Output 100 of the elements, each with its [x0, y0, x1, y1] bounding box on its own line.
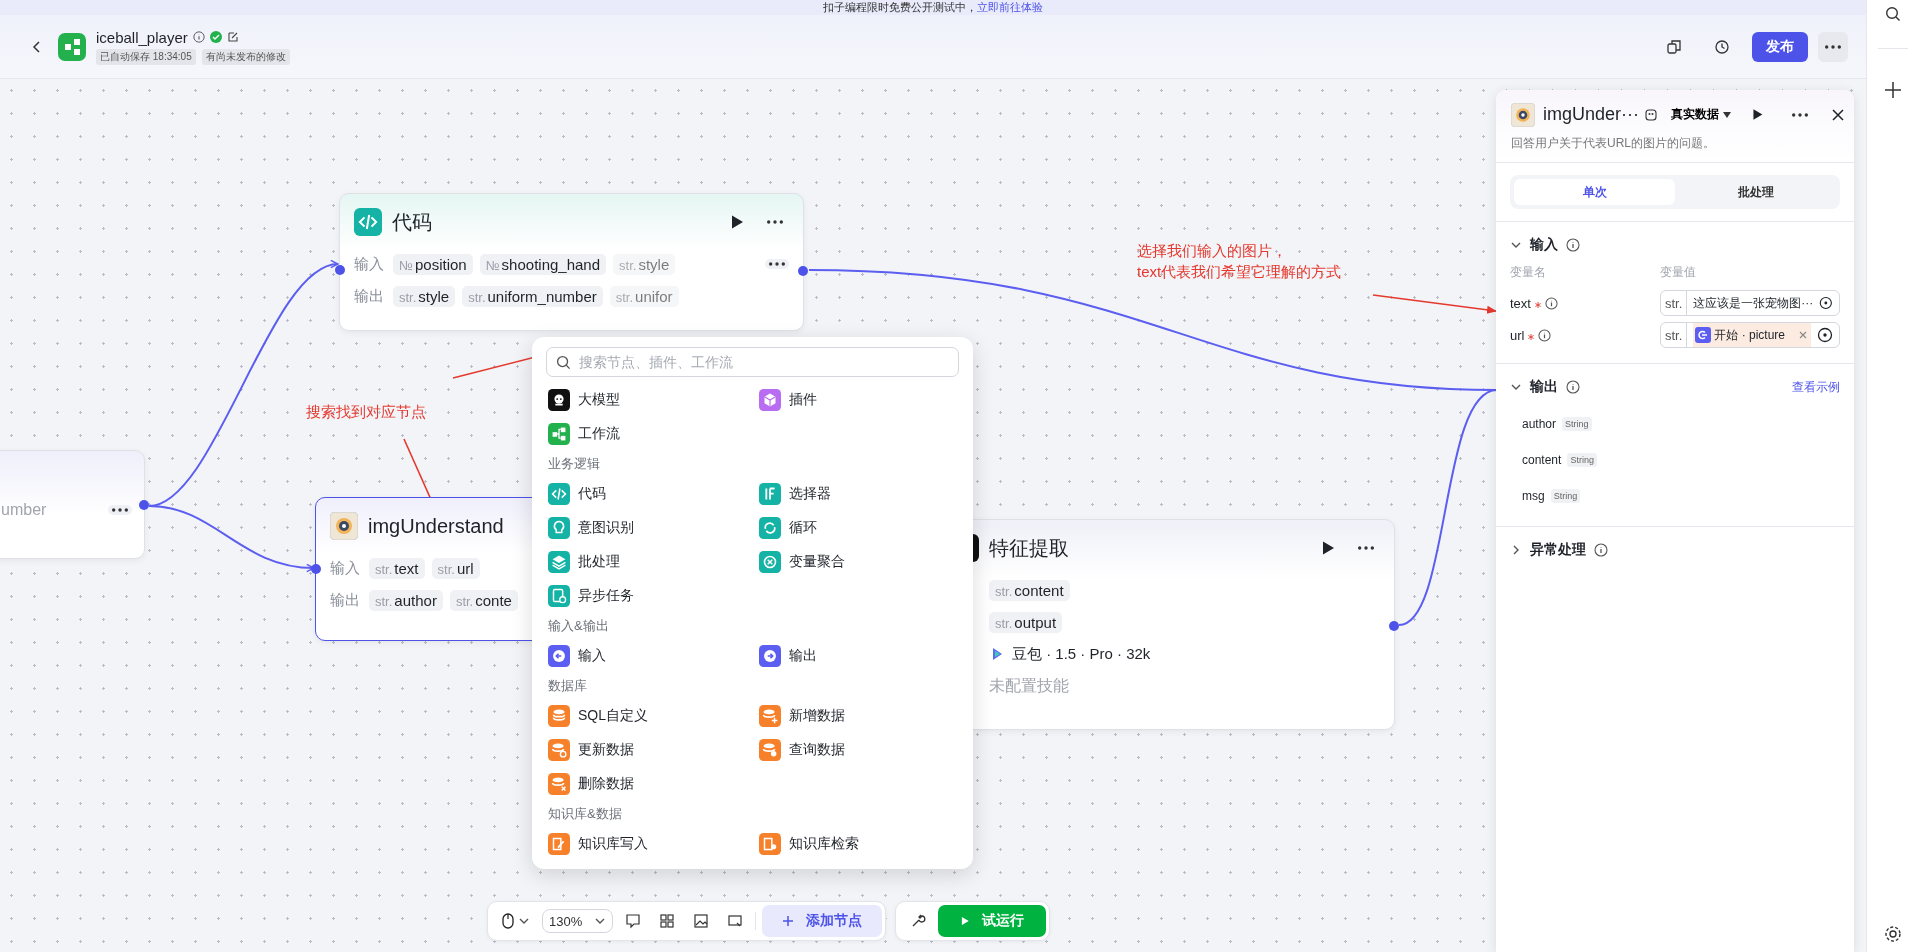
publish-button[interactable]: 发布	[1752, 31, 1808, 62]
panel-title: imgUnder···	[1543, 104, 1639, 125]
variable-tag: str.conte	[449, 589, 518, 611]
caret-icon	[1723, 110, 1731, 119]
variable-tag: str.text	[369, 557, 425, 579]
info-icon	[1594, 543, 1608, 557]
annotation-text: 选择我们输入的图片，	[1137, 242, 1287, 261]
remove-icon[interactable]	[1799, 331, 1807, 339]
more-icon	[769, 262, 785, 266]
port-dot	[311, 564, 321, 574]
menu-item[interactable]: 大模型	[546, 383, 749, 417]
more-icon	[1825, 44, 1841, 49]
more-icon	[112, 508, 128, 512]
parameter-field[interactable]: str. 这应该是一张宠物图···	[1660, 290, 1840, 316]
menu-item[interactable]: 知识库检索	[756, 827, 959, 861]
comment-icon	[625, 913, 642, 929]
section-title: 输出	[1530, 378, 1558, 396]
port-dot	[798, 266, 808, 276]
output-type: String	[1567, 453, 1597, 467]
variable-tag: №position	[393, 253, 473, 275]
annotation-text: text代表我们希望它理解的方式	[1137, 263, 1342, 282]
view-example-link[interactable]: 查看示例	[1792, 378, 1840, 396]
mouse-icon	[502, 913, 514, 929]
required-icon	[1534, 301, 1541, 308]
menu-item[interactable]: 更新数据	[546, 733, 749, 767]
more-icon	[767, 220, 783, 224]
section-heading: 数据库	[547, 677, 588, 695]
section-title: 异常处理	[1530, 541, 1586, 559]
model-name: 豆包 · 1.5 · Pro · 32k	[1012, 644, 1151, 664]
screen-icon	[727, 913, 744, 929]
variable-tag: str.uniform_number	[462, 285, 603, 307]
more-button[interactable]	[765, 259, 789, 269]
parameter-value: 这应该是一张宠物图···	[1693, 294, 1814, 312]
mode-tab[interactable]: 单次	[1514, 179, 1675, 205]
data-mode-dropdown[interactable]: 真实数据	[1667, 102, 1735, 127]
column-header: 变量值	[1660, 264, 1696, 281]
node-title: 代码	[392, 209, 432, 235]
play-icon	[1320, 540, 1336, 556]
output-type: String	[1562, 417, 1592, 431]
zoom-select[interactable]: 130%	[542, 909, 614, 933]
info-icon	[1538, 328, 1552, 342]
output-name: content	[1522, 453, 1562, 467]
output-name: author	[1522, 417, 1557, 431]
row-label: 输出	[354, 286, 384, 306]
menu-item[interactable]: 输入	[546, 639, 749, 673]
close-icon	[1832, 108, 1844, 121]
output-type: String	[1550, 489, 1581, 503]
section-heading: 输入&输出	[547, 617, 610, 635]
variable-tag: str.content	[989, 579, 1070, 601]
node-title: 特征提取	[989, 535, 1069, 561]
play-icon	[960, 916, 971, 926]
variable-tag: str.unifor	[609, 285, 679, 307]
variable-tag: str.style	[393, 285, 456, 307]
parameter-field[interactable]: str. 开始 · picture	[1660, 322, 1840, 348]
plus-icon	[782, 915, 795, 927]
sun-icon	[1511, 102, 1535, 127]
variable-tag: №shooting_hand	[479, 253, 607, 275]
variable-tag: str.author	[369, 589, 443, 611]
info-icon	[1544, 296, 1558, 310]
variable-tag: str.url	[431, 557, 480, 579]
node-description: 回答用户关于代表URL的图片的问题。	[1511, 135, 1716, 152]
menu-item[interactable]: 选择器	[756, 477, 959, 511]
reference-tag[interactable]: 开始 · picture	[1693, 323, 1811, 347]
menu-item[interactable]: SQL自定义	[546, 699, 749, 733]
play-icon	[729, 214, 745, 230]
add-node-button[interactable]: 添加节点	[762, 905, 883, 937]
target-icon	[1819, 295, 1833, 311]
info-icon	[1566, 380, 1580, 394]
app-icon	[58, 32, 86, 61]
target-icon	[1817, 327, 1833, 343]
parameter-name: url	[1510, 327, 1525, 343]
column-header: 变量名	[1510, 264, 1547, 281]
more-icon	[1358, 546, 1374, 550]
menu-item[interactable]: 工作流	[546, 417, 749, 451]
announcement-text: 扣子编程限时免费公开测试中，	[823, 0, 977, 15]
section-title: 输入	[1530, 236, 1558, 254]
play-icon	[1751, 108, 1764, 121]
section-heading: 知识库&数据	[547, 805, 623, 823]
save-status: 已自动保存 18:34:05	[96, 48, 196, 65]
info-icon	[1566, 238, 1580, 252]
grid-icon	[659, 913, 676, 929]
menu-item[interactable]: 插件	[756, 383, 959, 417]
menu-item[interactable]: 查询数据	[756, 733, 959, 767]
mask-icon[interactable]	[1645, 108, 1657, 121]
row-label: 输出	[330, 590, 360, 610]
mode-tab[interactable]: 批处理	[1675, 179, 1836, 205]
menu-item[interactable]: 删除数据	[546, 767, 749, 801]
unpublished-status: 有尚未发布的修改	[201, 48, 290, 65]
search-icon	[1885, 6, 1901, 22]
search-field[interactable]: 搜索节点、插件、工作流	[546, 347, 959, 377]
more-button[interactable]	[108, 505, 132, 515]
required-icon	[1528, 333, 1535, 340]
wrench-icon	[910, 913, 927, 929]
plus-icon	[1884, 81, 1902, 99]
announcement-link[interactable]: 立即前往体验	[977, 0, 1043, 15]
edit-icon[interactable]	[226, 31, 239, 43]
section-heading: 业务逻辑	[547, 455, 601, 473]
variable-tag: str.style	[613, 253, 676, 275]
menu-item[interactable]: 知识库写入	[546, 827, 749, 861]
gear-icon	[1883, 924, 1903, 944]
